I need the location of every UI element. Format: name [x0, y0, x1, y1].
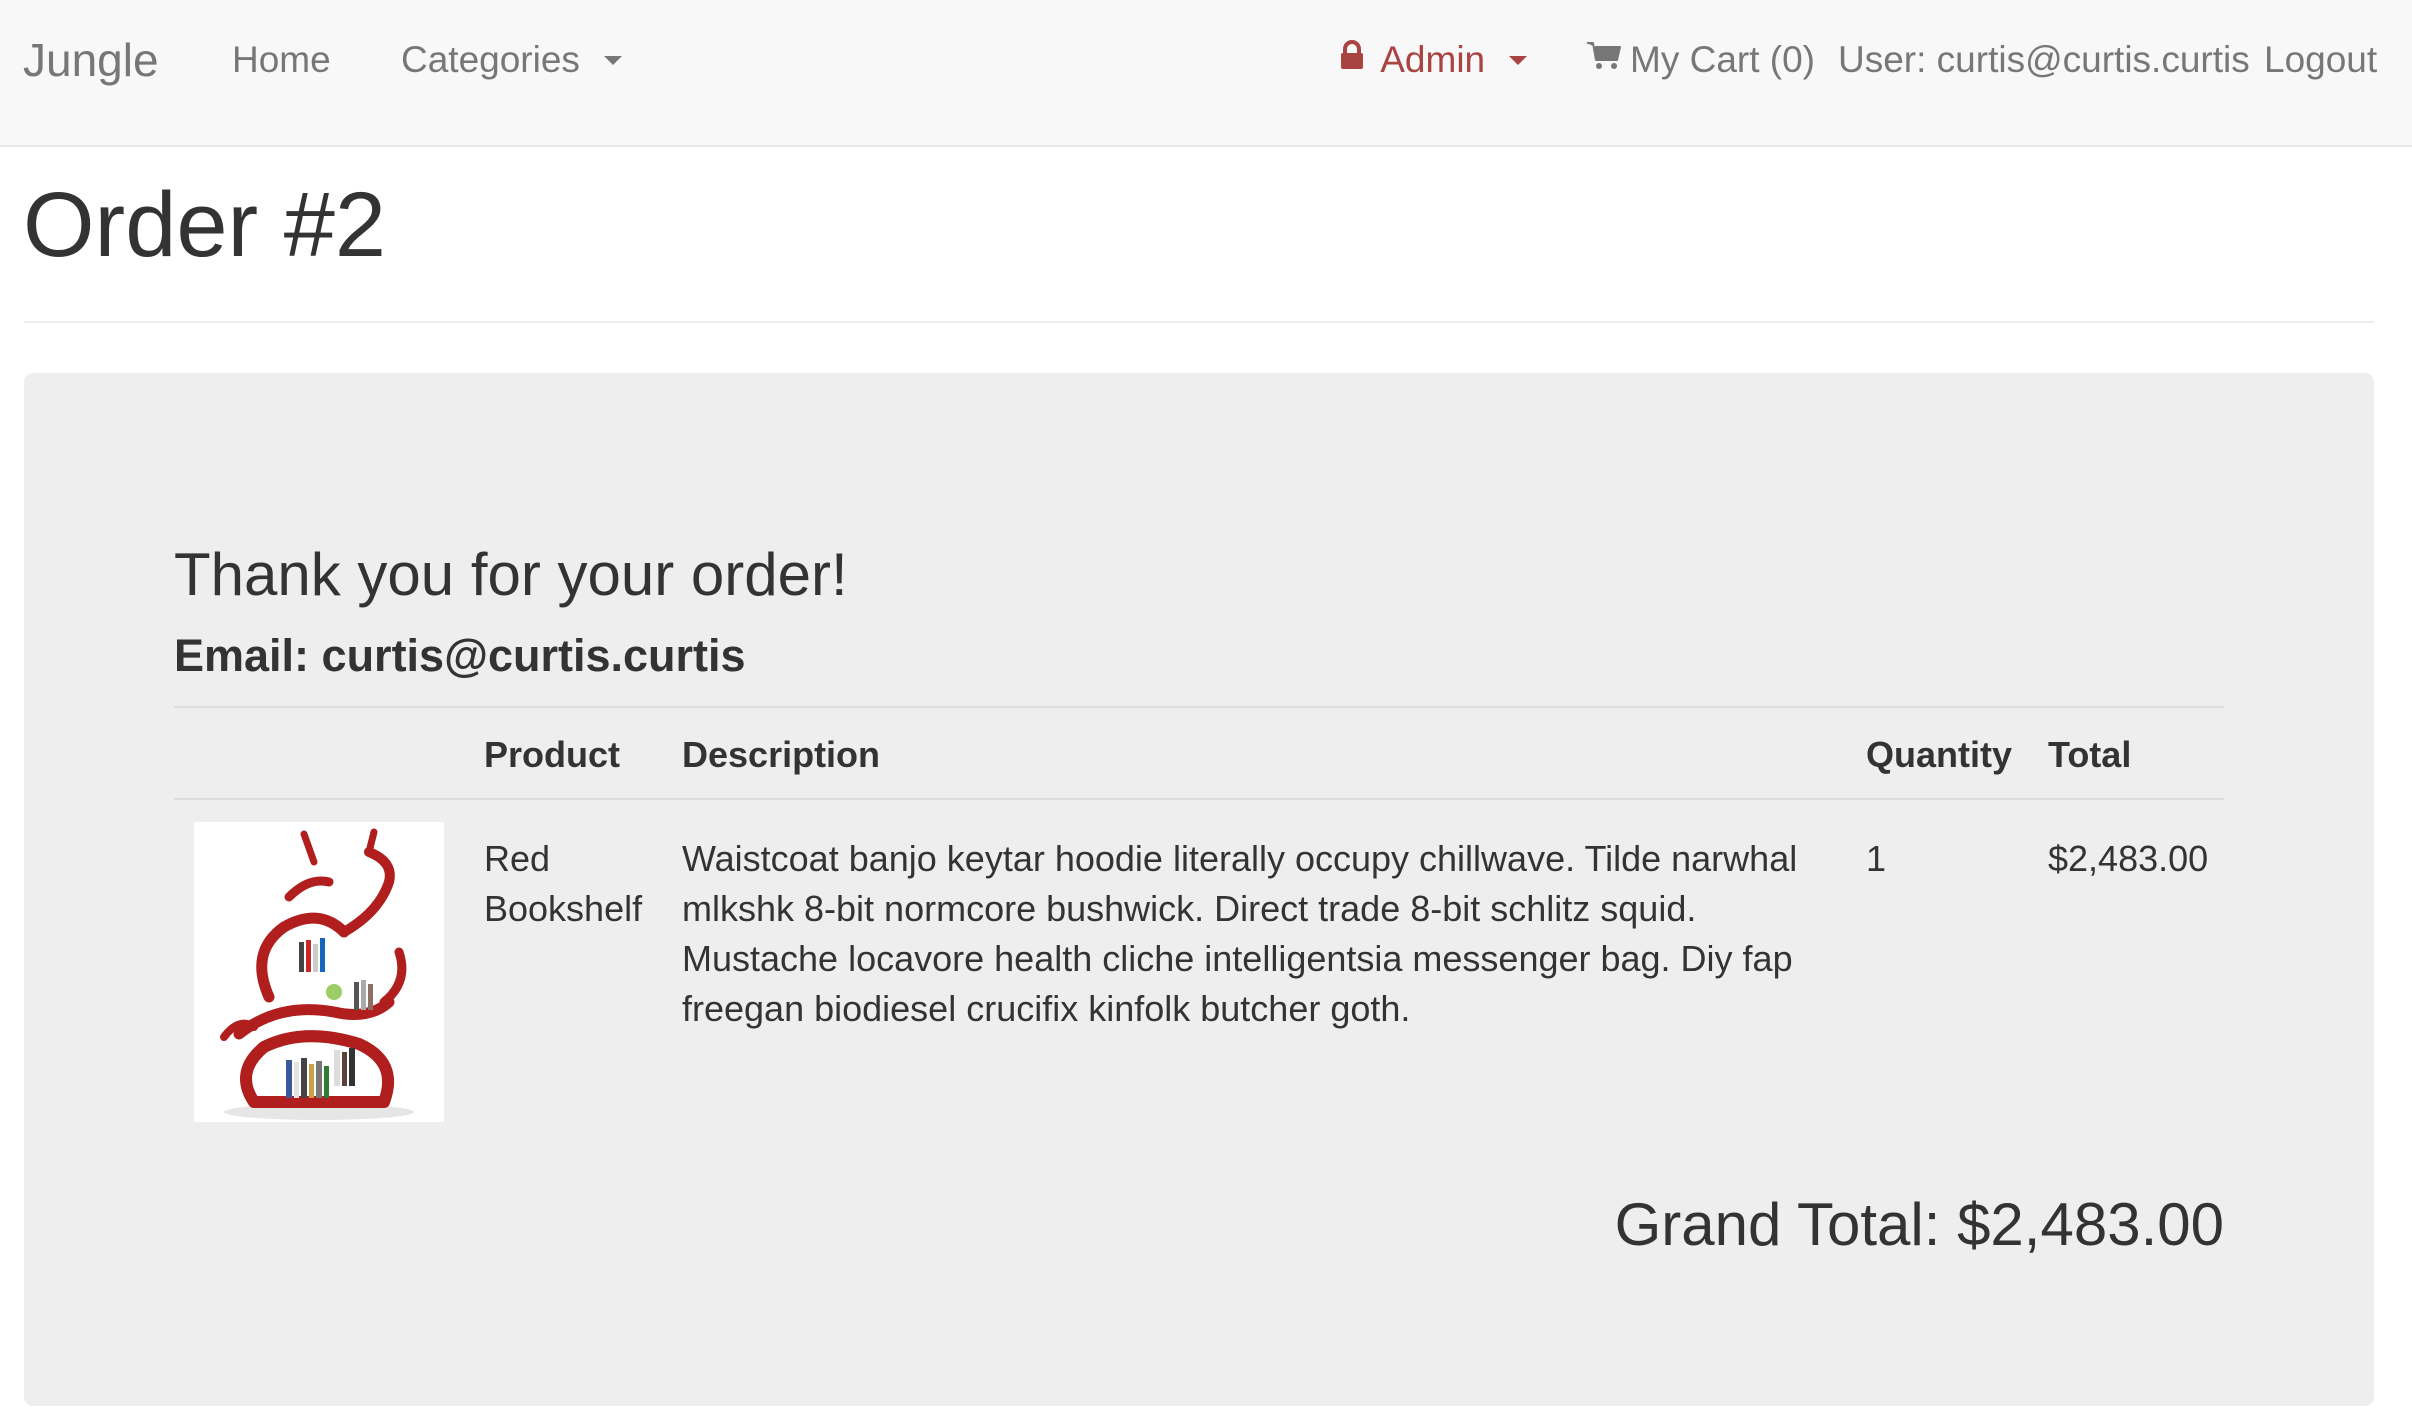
column-header-product: Product: [484, 734, 621, 775]
table-header-divider: [174, 798, 2224, 800]
brand-link[interactable]: Jungle: [23, 0, 159, 120]
column-header-description: Description: [682, 734, 881, 775]
product-description: Waistcoat banjo keytar hoodie literally …: [682, 838, 1798, 1029]
cart-icon: [1586, 0, 1622, 118]
product-quantity: 1: [1866, 838, 1887, 879]
page-title: Order #2: [23, 174, 387, 276]
thank-you-heading: Thank you for your order!: [174, 541, 848, 608]
chevron-down-icon: [604, 55, 623, 65]
navbar: Jungle Home Categories Admin My Cart (0)…: [0, 0, 2412, 147]
grand-total: Grand Total: $2,483.00: [1615, 1190, 2224, 1259]
table-top-divider: [174, 706, 2224, 708]
my-cart-link[interactable]: My Cart (0): [1586, 0, 1815, 120]
user-link[interactable]: User: curtis@curtis.curtis: [1838, 0, 2250, 120]
grand-total-label: Grand Total:: [1614, 1191, 1958, 1258]
product-total: $2,483.00: [2048, 838, 2209, 879]
admin-label: Admin: [1380, 39, 1486, 80]
chevron-down-icon: [1509, 55, 1528, 65]
header-divider: [24, 321, 2374, 323]
logout-link[interactable]: Logout: [2264, 0, 2377, 120]
column-header-quantity: Quantity: [1866, 734, 2013, 775]
lock-icon: [1340, 0, 1364, 118]
nav-home-link[interactable]: Home: [232, 0, 331, 120]
categories-label: Categories: [401, 39, 580, 80]
order-email: Email: curtis@curtis.curtis: [174, 630, 746, 681]
cart-label: My Cart (0): [1630, 39, 1815, 80]
product-name: Red Bookshelf: [484, 838, 643, 929]
grand-total-value: $2,483.00: [1957, 1191, 2224, 1258]
categories-dropdown[interactable]: Categories: [401, 0, 623, 120]
admin-dropdown[interactable]: Admin: [1340, 0, 1528, 120]
column-header-total: Total: [2048, 734, 2132, 775]
product-image-red-bookshelf: [194, 822, 444, 1122]
